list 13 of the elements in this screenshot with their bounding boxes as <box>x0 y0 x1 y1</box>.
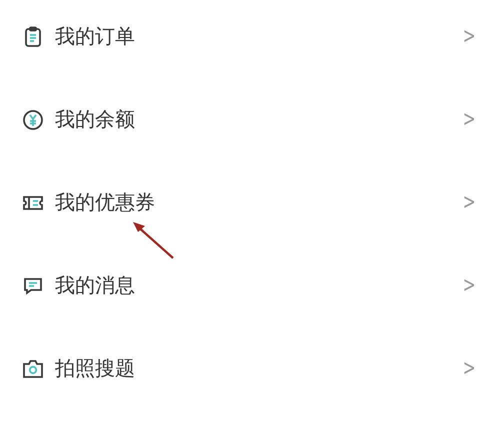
menu-label[interactable]: 我的消息 <box>55 272 460 299</box>
menu-label[interactable]: 拍照搜题 <box>55 355 460 382</box>
chevron: > <box>462 273 476 298</box>
yuan-icon <box>22 108 44 130</box>
menu-label[interactable]: 我的余额 <box>55 106 460 133</box>
chevron: > <box>462 107 476 132</box>
clipboard-icon <box>22 26 44 48</box>
chevron: > <box>462 24 476 49</box>
menu-label[interactable]: 我的订单 <box>55 23 460 50</box>
camera-icon <box>22 358 44 380</box>
menu-label[interactable]: 我的优惠券 <box>55 189 460 216</box>
chevron: > <box>462 356 476 381</box>
chevron: > <box>462 190 476 215</box>
